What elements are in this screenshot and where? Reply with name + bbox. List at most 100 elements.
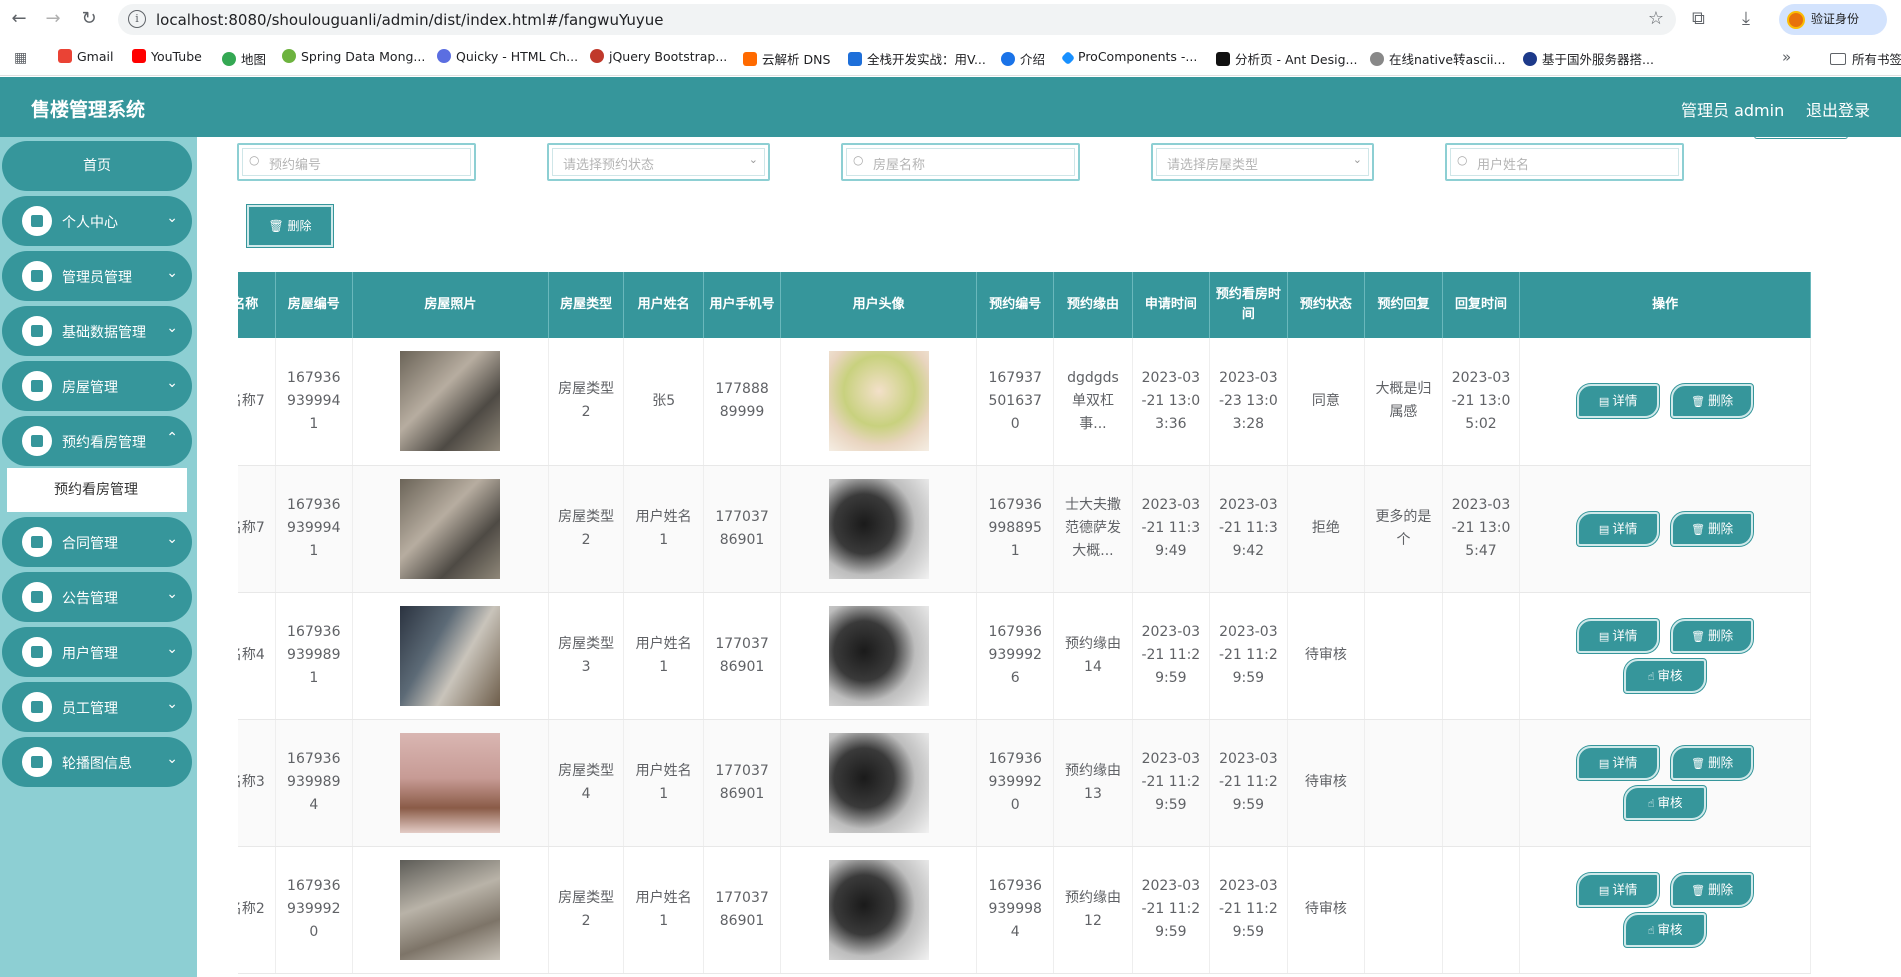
sidebar-item-staff[interactable]: 员工管理 ⌄ <box>2 682 192 732</box>
audit-button[interactable]: ☝ 审核 <box>1624 658 1707 693</box>
logout-link[interactable]: 退出登录 <box>1806 97 1870 121</box>
user-avatar[interactable] <box>828 859 929 960</box>
search-icon: ○ <box>249 153 260 167</box>
audit-label: 审核 <box>1657 667 1683 683</box>
maps-icon <box>222 52 236 66</box>
bookmark-dns[interactable]: 云解析 DNS <box>743 49 830 68</box>
detail-button[interactable]: ▤ 详情 <box>1577 745 1660 780</box>
detail-button[interactable]: ▤ 详情 <box>1577 511 1660 546</box>
bookmark-gmail[interactable]: Gmail <box>58 49 113 64</box>
cell-apply-time: 2023-03-21 11:29:59 <box>1132 846 1211 974</box>
sidebar-item-label: 轮播图信息 <box>62 756 132 772</box>
trash-icon: 🗑︎ <box>1691 883 1706 897</box>
user-avatar[interactable] <box>828 351 929 452</box>
sidebar-item-houses[interactable]: 房屋管理 ⌄ <box>2 361 192 411</box>
cell-user-name: 张5 <box>623 338 704 466</box>
bookmark-spring[interactable]: Spring Data Mong... <box>282 49 425 64</box>
bookmark-procomponents[interactable]: ProComponents -... <box>1060 49 1197 66</box>
hand-icon: ☝ <box>1647 796 1655 810</box>
thumb-icon <box>22 316 52 346</box>
sidebar-item-home[interactable]: 首页 <box>2 141 192 191</box>
batch-delete-button[interactable]: 🗑︎ 删除 <box>247 205 333 247</box>
apps-grid-icon[interactable]: ▦ <box>14 50 27 66</box>
cell-reply-time <box>1442 846 1521 974</box>
audit-button[interactable]: ☝ 审核 <box>1624 912 1707 947</box>
house-photo[interactable] <box>400 732 501 833</box>
sidebar-item-bookings[interactable]: 预约看房管理 ⌃ <box>2 416 192 466</box>
detail-button[interactable]: ▤ 详情 <box>1577 384 1660 419</box>
audit-button[interactable]: ☝ 审核 <box>1624 785 1707 820</box>
house-photo[interactable] <box>400 351 501 452</box>
bookmark-maps[interactable]: 地图 <box>222 49 266 68</box>
cell-reply <box>1364 846 1443 974</box>
site-info-icon[interactable]: i <box>128 10 146 28</box>
detail-button[interactable]: ▤ 详情 <box>1577 872 1660 907</box>
delete-button[interactable]: 🗑︎ 删除 <box>1671 745 1754 780</box>
all-bookmarks-folder[interactable]: 所有书签 <box>1830 49 1901 68</box>
user-name-search[interactable]: ○ 用户姓名 <box>1445 143 1684 181</box>
cell-reply-time <box>1442 719 1521 847</box>
forward-icon[interactable]: → <box>42 8 64 30</box>
placeholder: 房屋名称 <box>873 158 926 173</box>
house-name-search[interactable]: ○ 房屋名称 <box>841 143 1080 181</box>
user-avatar[interactable] <box>828 605 929 706</box>
status-select[interactable]: 请选择预约状态 ⌄ <box>547 143 770 181</box>
download-icon[interactable]: ⤓ <box>1742 8 1750 29</box>
chevron-down-icon: ⌄ <box>166 696 178 712</box>
cell-status: 待审核 <box>1287 719 1366 847</box>
house-photo[interactable] <box>400 605 501 706</box>
cell-status: 拒绝 <box>1287 465 1366 593</box>
bookmark-server[interactable]: 基于国外服务器搭... <box>1523 49 1654 68</box>
address-bar[interactable]: i localhost:8080/shoulouguanli/admin/dis… <box>118 4 1676 35</box>
sidebar-item-contracts[interactable]: 合同管理 ⌄ <box>2 517 192 567</box>
col-header: 用户手机号 <box>703 272 782 338</box>
col-header: 房屋照片 <box>352 272 549 338</box>
cell-user-phone: 17703786901 <box>703 465 782 593</box>
bookmark-fullstack[interactable]: 全栈开发实战：用V... <box>848 49 986 68</box>
user-avatar[interactable] <box>828 478 929 579</box>
sidebar-item-base-data[interactable]: 基础数据管理 ⌄ <box>2 306 192 356</box>
cell-actions: ▤ 详情 🗑︎ 删除 ☝ 审核 <box>1519 719 1811 847</box>
reload-icon[interactable]: ↻ <box>78 8 100 30</box>
extensions-icon[interactable]: ⧉ <box>1692 8 1705 29</box>
back-icon[interactable]: ← <box>8 8 30 30</box>
intro-icon <box>1001 52 1015 66</box>
col-header: 房屋编号 <box>275 272 353 338</box>
bookmark-intro[interactable]: 介绍 <box>1001 49 1045 68</box>
cell-user-name: 用户姓名1 <box>623 846 704 974</box>
user-avatar[interactable] <box>828 732 929 833</box>
sidebar-item-notices[interactable]: 公告管理 ⌄ <box>2 572 192 622</box>
url-text[interactable]: localhost:8080/shoulouguanli/admin/dist/… <box>156 11 664 29</box>
table-row: 房屋名称7 1679369399941 房屋类型2 张5 17788889999… <box>238 338 1811 466</box>
booking-no-search[interactable]: ○ 预约编号 <box>237 143 476 181</box>
sidebar-item-users[interactable]: 用户管理 ⌄ <box>2 627 192 677</box>
house-photo[interactable] <box>400 859 501 960</box>
sidebar-item-carousel[interactable]: 轮播图信息 ⌄ <box>2 737 192 787</box>
detail-button[interactable]: ▤ 详情 <box>1577 618 1660 653</box>
profile-avatar-icon <box>1787 11 1805 29</box>
delete-button[interactable]: 🗑︎ 删除 <box>1671 618 1754 653</box>
col-header: 房屋名称 <box>238 272 276 338</box>
chevron-down-icon: ⌄ <box>166 641 178 657</box>
house-type-select[interactable]: 请选择房屋类型 ⌄ <box>1151 143 1374 181</box>
user-icon <box>22 692 52 722</box>
col-header: 用户头像 <box>780 272 978 338</box>
delete-button[interactable]: 🗑︎ 删除 <box>1671 511 1754 546</box>
bookmark-quicky[interactable]: Quicky - HTML Ch... <box>437 49 578 64</box>
bookmark-youtube[interactable]: YouTube <box>132 49 202 64</box>
delete-button[interactable]: 🗑︎ 删除 <box>1671 384 1754 419</box>
bookmark-native[interactable]: 在线native转ascii... <box>1370 49 1505 68</box>
chevron-down-icon: ⌄ <box>1352 153 1362 166</box>
delete-button[interactable]: 🗑︎ 删除 <box>1671 872 1754 907</box>
bookmark-star-icon[interactable]: ☆ <box>1648 8 1664 29</box>
house-photo[interactable] <box>400 478 501 579</box>
verify-identity-button[interactable]: 验证身份 <box>1779 4 1887 35</box>
sidebar-item-admins[interactable]: 管理员管理 ⌄ <box>2 251 192 301</box>
bookmark-antdesign[interactable]: 分析页 - Ant Desig... <box>1216 49 1357 68</box>
sidebar-subitem-bookings[interactable]: 预约看房管理 <box>7 468 187 512</box>
table-row: 房屋名称3 1679369399894 房屋类型4 用户姓名1 17703786… <box>238 719 1811 847</box>
more-bookmarks-icon[interactable]: » <box>1782 48 1791 66</box>
sidebar-item-profile[interactable]: 个人中心 ⌄ <box>2 196 192 246</box>
chevron-down-icon: ⌄ <box>166 265 178 281</box>
bookmark-jquery[interactable]: jQuery Bootstrap... <box>590 49 727 64</box>
